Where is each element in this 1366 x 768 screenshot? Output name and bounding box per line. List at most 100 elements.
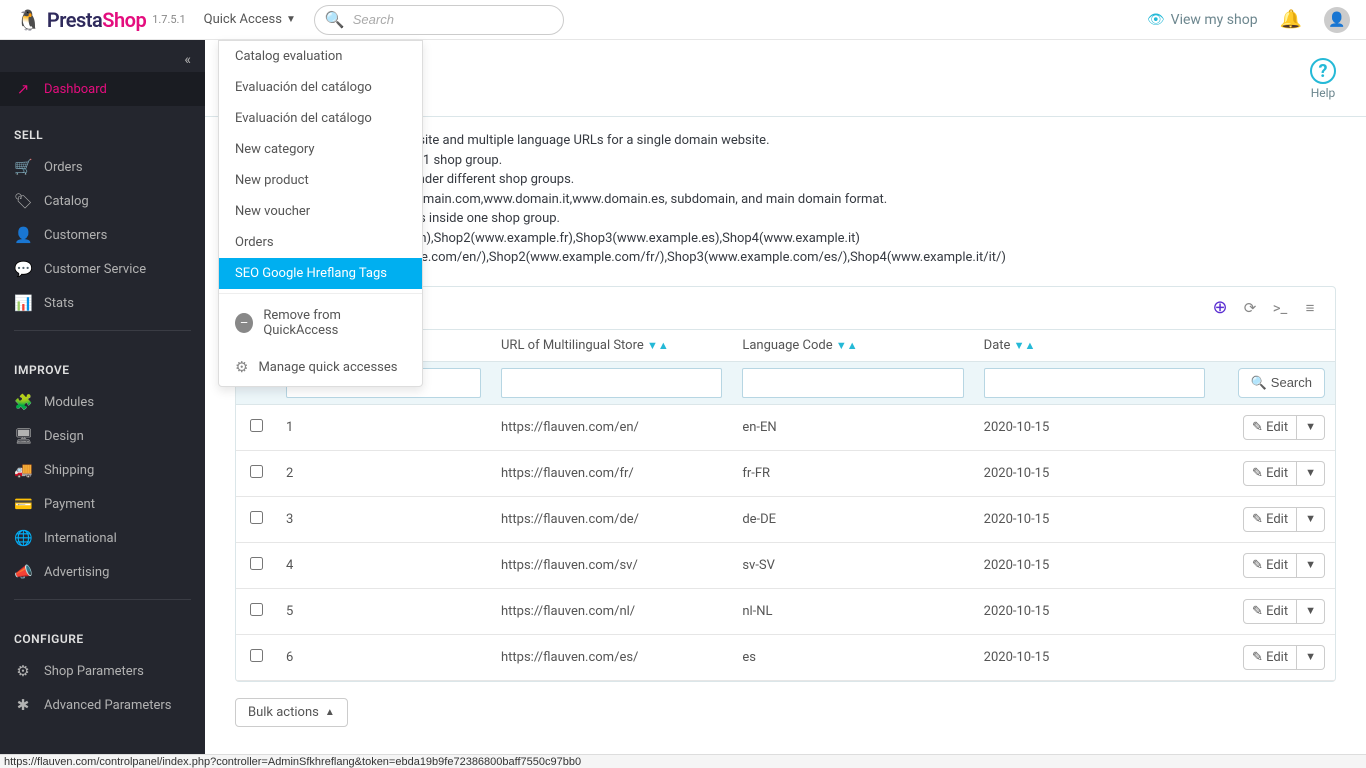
help-icon: ? (1310, 58, 1336, 84)
edit-dropdown[interactable]: ▼ (1297, 507, 1325, 532)
edit-button[interactable]: ✎ Edit (1243, 599, 1297, 624)
sidebar-item[interactable]: 💳Payment (0, 487, 205, 521)
search-input[interactable] (353, 12, 553, 27)
sort-date[interactable]: ▼▲ (1014, 339, 1036, 352)
quick-menu-item[interactable]: Evaluación del catálogo (219, 103, 422, 134)
add-icon[interactable]: ⊕ (1207, 295, 1233, 321)
sidebar-icon: 🚚 (14, 461, 32, 479)
row-checkbox[interactable] (250, 603, 263, 616)
sidebar-section: CONFIGURE (0, 610, 205, 654)
sidebar: « ↗ Dashboard SELL🛒Orders🏷Catalog👤Custom… (0, 40, 205, 754)
profile-avatar[interactable]: 👤 (1324, 7, 1350, 33)
sidebar-item[interactable]: 🛒Orders (0, 150, 205, 184)
sidebar-item[interactable]: 💬Customer Service (0, 252, 205, 286)
sidebar-icon: 💳 (14, 495, 32, 513)
caret-up-icon: ▲ (325, 707, 335, 718)
quick-access-menu: Catalog evaluationEvaluación del catálog… (218, 40, 423, 387)
row-checkbox[interactable] (250, 557, 263, 570)
row-checkbox[interactable] (250, 465, 263, 478)
notifications-icon[interactable]: 🔔 (1280, 9, 1302, 30)
header-right: 👁 View my shop 🔔 👤 (1147, 7, 1350, 33)
sidebar-icon: 👤 (14, 226, 32, 244)
edit-button[interactable]: ✎ Edit (1243, 415, 1297, 440)
edit-button[interactable]: ✎ Edit (1243, 645, 1297, 670)
sidebar-item[interactable]: 🖥Design (0, 419, 205, 453)
sidebar-item[interactable]: 🏷Catalog (0, 184, 205, 218)
sql-icon[interactable]: >_ (1267, 295, 1293, 321)
sidebar-icon: 🖥 (14, 427, 32, 445)
sidebar-icon: 🛒 (14, 158, 32, 176)
refresh-icon[interactable]: ⟳ (1237, 295, 1263, 321)
version-label: 1.7.5.1 (152, 13, 185, 26)
sidebar-item[interactable]: 🌐International (0, 521, 205, 555)
view-shop-link[interactable]: 👁 View my shop (1147, 12, 1258, 28)
quick-menu-item[interactable]: New voucher (219, 196, 422, 227)
sidebar-section: IMPROVE (0, 341, 205, 385)
help-button[interactable]: ? Help (1310, 58, 1336, 100)
quick-menu-item[interactable]: Evaluación del catálogo (219, 72, 422, 103)
sidebar-item[interactable]: 📊Stats (0, 286, 205, 320)
sort-url[interactable]: ▼▲ (647, 339, 669, 352)
top-header: 🐧 PrestaShop 1.7.5.1 Quick Access ▼ 🔍 👁 … (0, 0, 1366, 40)
sidebar-item[interactable]: ⚙Shop Parameters (0, 654, 205, 688)
puffin-icon: 🐧 (16, 8, 41, 32)
sidebar-item-dashboard[interactable]: ↗ Dashboard (0, 72, 205, 106)
search-icon: 🔍 (325, 10, 345, 29)
search-button[interactable]: 🔍 Search (1238, 368, 1325, 398)
remove-from-quickaccess[interactable]: –Remove from QuickAccess (219, 298, 422, 348)
quick-menu-item[interactable]: Orders (219, 227, 422, 258)
search-wrap: 🔍 (314, 5, 564, 35)
quick-menu-item[interactable]: SEO Google Hreflang Tags (219, 258, 422, 289)
edit-button[interactable]: ✎ Edit (1243, 507, 1297, 532)
table-row: 1https://flauven.com/en/en-EN2020-10-15✎… (236, 404, 1335, 450)
table-row: 3https://flauven.com/de/de-DE2020-10-15✎… (236, 496, 1335, 542)
quick-menu-item[interactable]: New product (219, 165, 422, 196)
eye-icon: 👁 (1147, 12, 1165, 28)
browser-statusbar: https://flauven.com/controlpanel/index.p… (0, 754, 1366, 768)
filter-date-input[interactable] (984, 368, 1205, 398)
sidebar-item[interactable]: ✱Advanced Parameters (0, 688, 205, 722)
table-row: 4https://flauven.com/sv/sv-SV2020-10-15✎… (236, 542, 1335, 588)
sidebar-icon: ✱ (14, 696, 32, 714)
logo[interactable]: 🐧 PrestaShop 1.7.5.1 (16, 8, 186, 32)
bulk-actions-button[interactable]: Bulk actions ▲ (235, 698, 348, 727)
sidebar-icon: 🧩 (14, 393, 32, 411)
caret-down-icon: ▼ (286, 14, 296, 25)
edit-dropdown[interactable]: ▼ (1297, 599, 1325, 624)
sidebar-item[interactable]: 🧩Modules (0, 385, 205, 419)
edit-dropdown[interactable]: ▼ (1297, 645, 1325, 670)
minus-icon: – (235, 313, 253, 333)
sort-lang[interactable]: ▼▲ (836, 339, 858, 352)
sidebar-item[interactable]: 👤Customers (0, 218, 205, 252)
sidebar-section: SELL (0, 106, 205, 150)
edit-dropdown[interactable]: ▼ (1297, 415, 1325, 440)
sidebar-icon: 📣 (14, 563, 32, 581)
sidebar-collapse[interactable]: « (0, 40, 205, 72)
edit-dropdown[interactable]: ▼ (1297, 553, 1325, 578)
gear-icon: ⚙ (235, 358, 248, 376)
manage-quick-accesses[interactable]: ⚙Manage quick accesses (219, 348, 422, 386)
sidebar-icon: 🌐 (14, 529, 32, 547)
sidebar-item[interactable]: 📣Advertising (0, 555, 205, 589)
row-checkbox[interactable] (250, 511, 263, 524)
edit-button[interactable]: ✎ Edit (1243, 553, 1297, 578)
quick-menu-item[interactable]: Catalog evaluation (219, 41, 422, 72)
edit-dropdown[interactable]: ▼ (1297, 461, 1325, 486)
filter-url-input[interactable] (501, 368, 722, 398)
sidebar-icon: 📊 (14, 294, 32, 312)
sidebar-item[interactable]: 🚚Shipping (0, 453, 205, 487)
filter-lang-input[interactable] (742, 368, 963, 398)
quick-menu-item[interactable]: New category (219, 134, 422, 165)
dashboard-icon: ↗ (14, 80, 32, 98)
sidebar-icon: 💬 (14, 260, 32, 278)
row-checkbox[interactable] (250, 419, 263, 432)
sidebar-icon: 🏷 (14, 192, 32, 210)
logo-text: PrestaShop (47, 8, 146, 32)
table-row: 6https://flauven.com/es/es2020-10-15✎ Ed… (236, 634, 1335, 680)
edit-button[interactable]: ✎ Edit (1243, 461, 1297, 486)
export-icon[interactable]: ≡ (1297, 295, 1323, 321)
table-row: 2https://flauven.com/fr/fr-FR2020-10-15✎… (236, 450, 1335, 496)
row-checkbox[interactable] (250, 649, 263, 662)
sidebar-icon: ⚙ (14, 662, 32, 680)
quick-access-toggle[interactable]: Quick Access ▼ (204, 12, 296, 27)
